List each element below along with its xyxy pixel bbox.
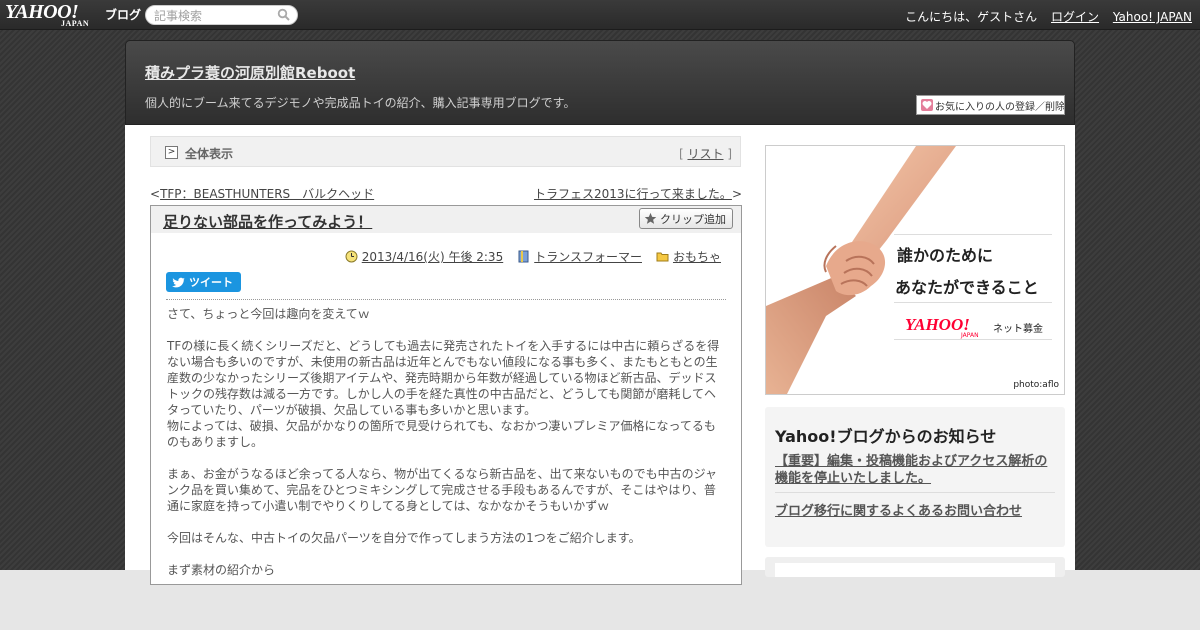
- body-paragraph: さて、ちょっと今回は趣向を変えてｗ: [167, 307, 370, 321]
- search-input[interactable]: [154, 8, 274, 23]
- clip-add-label: クリップ追加: [660, 212, 726, 226]
- twitter-bird-icon: [172, 277, 185, 287]
- list-view-control: [ リスト ]: [679, 145, 732, 162]
- next-arrow: >: [731, 187, 742, 201]
- prev-article-link[interactable]: TFP：BEASTHUNTERS バルクヘッド: [160, 187, 374, 201]
- article-meta: 2013/4/16(火) 午後 2:35 トランスフォーマー おもちゃ: [331, 248, 721, 265]
- tweet-button[interactable]: ツイート: [166, 272, 241, 292]
- blog-header: 積みプラ蓑の河原別館Reboot 個人的にブーム来てるデジモノや完成品トイの紹介…: [125, 40, 1075, 125]
- category-toys-link[interactable]: おもちゃ: [673, 248, 721, 265]
- blog-notice-box: Yahoo!ブログからのお知らせ 【重要】編集・投稿機能およびアクセス解析の機能…: [765, 407, 1065, 547]
- list-bracket-close: ]: [723, 147, 732, 161]
- folder-icon: [656, 252, 669, 262]
- article-divider: [166, 299, 726, 300]
- prev-arrow: <: [150, 187, 161, 201]
- book-icon: [518, 250, 529, 263]
- top-bar: YAHOO! JAPAN ブログ こんにちは、ゲストさん ログイン Yahoo!…: [0, 0, 1200, 30]
- greeting-text: こんにちは、ゲストさん: [905, 10, 1038, 24]
- body-paragraph: まぁ、お金がうなるほど余ってる人なら、物が出てくるなら新古品を、出て来ないもので…: [167, 467, 717, 513]
- ad-net-fund-text: ネット募金: [993, 324, 1043, 335]
- sidebar-box: [765, 557, 1065, 577]
- logo-blog-text: ブログ: [105, 8, 142, 22]
- body-paragraph: 物によっては、破損、欠品がかなりの箇所で見受けられても、なおかつ凄いプレミア価格…: [167, 419, 716, 449]
- article-header: 足りない部品を作ってみよう！ クリップ追加: [151, 206, 741, 233]
- notice-item-link[interactable]: 【重要】編集・投稿機能およびアクセス解析の機能を停止いたしました。: [775, 453, 1057, 487]
- main-content: > 全体表示 [ リスト ] <TFP：BEASTHUNTERS バルクヘッド …: [125, 125, 1075, 585]
- article-body: さて、ちょっと今回は趣向を変えてｗ TFの様に長く続くシリーズだと、どうしても過…: [167, 306, 725, 578]
- star-icon: [644, 212, 657, 224]
- favorite-heart-icon: [921, 99, 933, 111]
- favorite-register-label: お気に入りの人の登録／削除: [935, 101, 1065, 113]
- next-article-link[interactable]: トラフェス2013に行って来ました。: [534, 187, 732, 201]
- list-view-link[interactable]: リスト: [687, 147, 723, 161]
- body-paragraph: TFの様に長く続くシリーズだと、どうしても過去に発売されたトイを入手するには中古…: [167, 339, 720, 417]
- article-nav-strip: > 全体表示 [ リスト ]: [150, 136, 741, 167]
- show-all-icon: >: [165, 146, 178, 159]
- clock-icon: [345, 250, 358, 263]
- blog-description: 個人的にブーム来てるデジモノや完成品トイの紹介、購入記事専用ブログです。: [145, 96, 576, 110]
- ad-line: [894, 234, 1052, 235]
- notice-item-link[interactable]: ブログ移行に関するよくあるお問い合わせ: [775, 500, 1022, 519]
- article: 足りない部品を作ってみよう！ クリップ追加 2013/4/16(火) 午後 2:…: [150, 205, 742, 585]
- ad-copy-line2: あなたができること: [895, 278, 1039, 297]
- ad-line: [894, 302, 1052, 303]
- prev-article: <TFP：BEASTHUNTERS バルクヘッド: [150, 185, 374, 202]
- clip-add-button[interactable]: クリップ追加: [639, 208, 733, 229]
- login-link[interactable]: ログイン: [1051, 10, 1099, 24]
- notice-separator: [775, 492, 1055, 493]
- notice-heading: Yahoo!ブログからのお知らせ: [775, 427, 997, 446]
- category-transformers-link[interactable]: トランスフォーマー: [534, 248, 642, 265]
- article-title[interactable]: 足りない部品を作ってみよう！: [163, 211, 372, 232]
- top-nav: こんにちは、ゲストさん ログイン Yahoo! JAPAN: [895, 8, 1192, 25]
- tweet-label: ツイート: [189, 276, 233, 289]
- next-article: トラフェス2013に行って来ました。>: [534, 185, 742, 202]
- yahoo-japan-link[interactable]: Yahoo! JAPAN: [1113, 10, 1192, 24]
- search-icon[interactable]: [277, 8, 291, 22]
- ad-yahoo-japan-text: JAPAN: [961, 332, 979, 339]
- body-paragraph: 今回はそんな、中古トイの欠品パーツを自分で作ってしまう方法の1つをご紹介します。: [167, 531, 641, 545]
- show-all-label[interactable]: 全体表示: [185, 145, 233, 162]
- blog-title-link[interactable]: 積みプラ蓑の河原別館Reboot: [145, 62, 355, 83]
- prev-next-nav: <TFP：BEASTHUNTERS バルクヘッド トラフェス2013に行って来ま…: [150, 185, 742, 201]
- favorite-register-button[interactable]: お気に入りの人の登録／削除: [916, 95, 1065, 115]
- search-box: [145, 5, 298, 25]
- ad-line: [894, 339, 1052, 340]
- ad-photo-credit: photo:aflo: [1013, 380, 1059, 390]
- article-date-link[interactable]: 2013/4/16(火) 午後 2:35: [362, 248, 503, 265]
- handshake-photo: [766, 146, 1064, 394]
- donation-banner-ad[interactable]: 誰かのために あなたができること YAHOO! JAPAN ネット募金 phot…: [765, 145, 1065, 395]
- logo-japan-text: JAPAN: [61, 19, 90, 28]
- sidebar-box-inner: [775, 563, 1055, 577]
- body-paragraph: まず素材の紹介から: [167, 563, 276, 577]
- ad-copy-line1: 誰かのために: [897, 246, 994, 265]
